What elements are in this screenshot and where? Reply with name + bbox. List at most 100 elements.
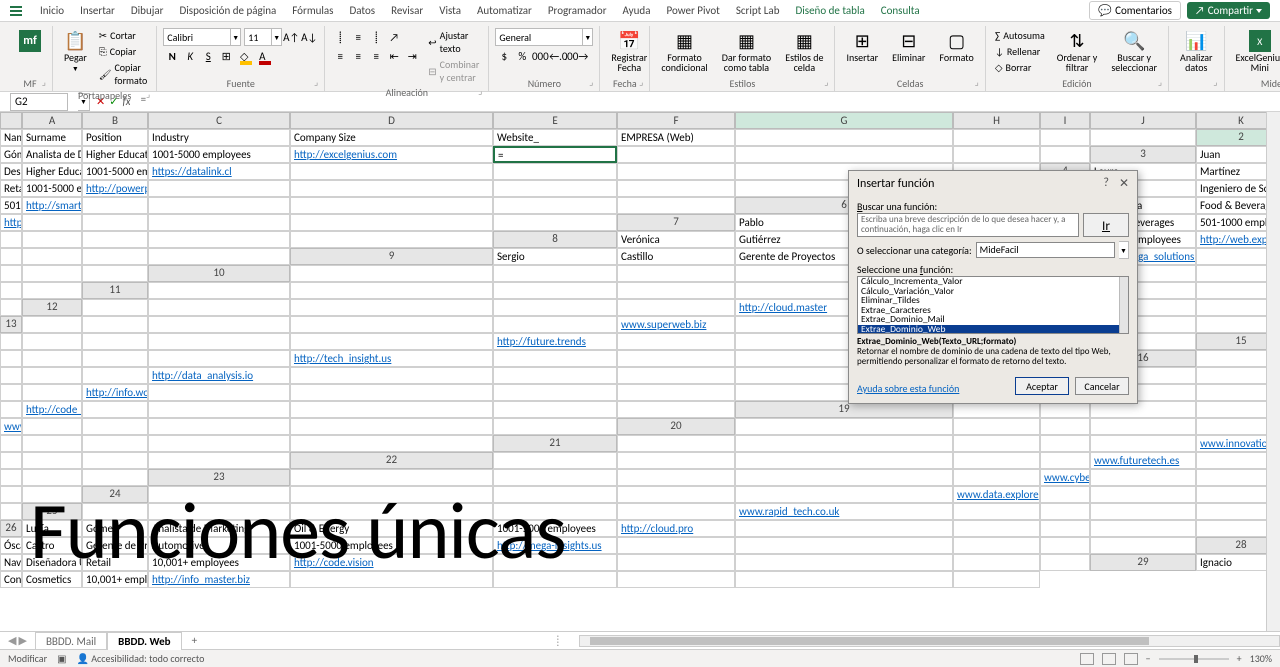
copy-button[interactable]: ⎘Copiar: [96, 44, 151, 59]
row-header-23[interactable]: 23: [148, 469, 290, 486]
table-header-c[interactable]: Position▼: [82, 129, 148, 146]
cell-c10[interactable]: [617, 265, 735, 282]
col-header-F[interactable]: F: [617, 112, 735, 129]
cell-b10[interactable]: [493, 265, 617, 282]
website-link[interactable]: http://code.vision: [294, 556, 374, 569]
row-header-8[interactable]: 8: [493, 231, 617, 248]
cell-d20[interactable]: [1090, 418, 1196, 435]
analyze-data-button[interactable]: 📊Analizar datos: [1175, 28, 1217, 75]
cell-b20[interactable]: [953, 418, 1040, 435]
website-link[interactable]: http://excelgenius.com: [294, 148, 397, 161]
website-link[interactable]: http://code_genius.biz: [26, 403, 82, 416]
cell-e27[interactable]: 1001-5000 employees: [290, 537, 493, 554]
mf-addin-button[interactable]: mf: [14, 28, 46, 54]
cell-d16[interactable]: [22, 367, 82, 384]
table-header-f[interactable]: Website_▼: [493, 129, 617, 146]
cell-f13[interactable]: www.superweb.biz: [617, 316, 735, 333]
cell-e18[interactable]: [0, 401, 22, 418]
cell-b13[interactable]: [82, 316, 148, 333]
border-button[interactable]: ⊞: [217, 47, 235, 65]
aceptar-button[interactable]: Aceptar: [1015, 377, 1069, 395]
chevron-down-icon[interactable]: ▼: [231, 28, 241, 46]
cell-c14[interactable]: [82, 333, 148, 350]
sort-filter-button[interactable]: ⇅Ordenar y filtrar: [1052, 28, 1103, 75]
cell-b12[interactable]: [148, 299, 290, 316]
tab-powerpivot[interactable]: Power Pivot: [658, 1, 727, 20]
currency-button[interactable]: $: [495, 47, 513, 65]
cell-b9[interactable]: Castillo: [617, 248, 735, 265]
underline-button[interactable]: S: [199, 47, 217, 65]
cell-c16[interactable]: [0, 367, 22, 384]
font-size-select[interactable]: 11: [244, 28, 272, 46]
sheet-nav-prev[interactable]: ◀: [8, 634, 16, 647]
cell-d22[interactable]: [953, 452, 1040, 469]
cell-c29[interactable]: Consultor Financiero: [0, 571, 22, 588]
align-top-button[interactable]: ⸽: [331, 28, 349, 46]
cell-e17[interactable]: [22, 384, 82, 401]
cell-g4[interactable]: [148, 180, 290, 197]
search-function-input[interactable]: Escriba una breve descripción de lo que …: [857, 213, 1079, 237]
decrease-decimal-button[interactable]: .00→: [567, 47, 585, 65]
zoom-level[interactable]: 130%: [1250, 652, 1272, 665]
tab-dibujar[interactable]: Dibujar: [123, 1, 172, 20]
cell-c12[interactable]: [290, 299, 493, 316]
cell-b11[interactable]: [290, 282, 493, 299]
registrar-fecha-button[interactable]: 📅Registrar Fecha: [606, 28, 652, 75]
row-header-24[interactable]: 24: [82, 486, 148, 503]
cell-e3[interactable]: 1001-5000 employees: [82, 163, 148, 180]
row-header-11[interactable]: 11: [82, 282, 148, 299]
find-select-button[interactable]: 🔍Buscar y seleccionar: [1106, 28, 1162, 75]
cell-f29[interactable]: http://info_master.biz: [148, 571, 290, 588]
tab-ayuda[interactable]: Ayuda: [615, 1, 659, 20]
cell-e26[interactable]: 1001-5000 employees: [493, 520, 617, 537]
cell-f24[interactable]: www.data.explore: [953, 486, 1040, 503]
zoom-out-button[interactable]: −: [1146, 652, 1151, 665]
table-header-e[interactable]: Company Size▼: [290, 129, 493, 146]
cell-e5[interactable]: 501-1000 employees: [0, 197, 22, 214]
cell-f5[interactable]: http://smart.code: [22, 197, 82, 214]
cell-e13[interactable]: [493, 316, 617, 333]
cell-e25[interactable]: [617, 503, 735, 520]
cell-c3[interactable]: Desarrollador: [0, 163, 22, 180]
view-layout-button[interactable]: [1102, 653, 1116, 665]
cell-g18[interactable]: [82, 401, 148, 418]
cell-d17[interactable]: [0, 384, 22, 401]
cell-g3[interactable]: [290, 163, 493, 180]
website-link[interactable]: www.futuretech.es: [1094, 454, 1179, 467]
website-link[interactable]: http://powerpro.net: [86, 182, 148, 195]
cell-c28[interactable]: Diseñadora UX: [22, 554, 82, 571]
cell-b21[interactable]: [735, 435, 953, 452]
col-header-E[interactable]: E: [493, 112, 617, 129]
cell-f22[interactable]: www.futuretech.es: [1090, 452, 1196, 469]
cell-f17[interactable]: http://info.worldwide: [82, 384, 148, 401]
cell-f14[interactable]: http://future.trends: [493, 333, 617, 350]
cell-g26[interactable]: [735, 520, 953, 537]
website-link[interactable]: http://tech_insight.us: [294, 352, 391, 365]
table-header-g[interactable]: EMPRESA (Web)▼: [617, 129, 735, 146]
excelgenius-mini-button[interactable]: XExcelGenius Mini: [1231, 28, 1280, 75]
cancelar-button[interactable]: Cancelar: [1075, 377, 1129, 395]
align-center-button[interactable]: ≡: [349, 47, 367, 65]
dialog-close-button[interactable]: ✕: [1119, 176, 1129, 191]
view-normal-button[interactable]: [1080, 653, 1094, 665]
cell-a10[interactable]: [290, 265, 493, 282]
conditional-format-button[interactable]: ▦Formato condicional: [656, 28, 712, 75]
indent-inc-button[interactable]: ⇥: [403, 47, 421, 65]
cell-a21[interactable]: [617, 435, 735, 452]
number-format-select[interactable]: General: [495, 28, 583, 46]
row-header-25[interactable]: 25: [22, 503, 82, 520]
table-header-d[interactable]: Industry▼: [148, 129, 290, 146]
cell-b22[interactable]: [617, 452, 735, 469]
tab-consulta[interactable]: Consulta: [873, 1, 928, 20]
cell-c13[interactable]: [148, 316, 290, 333]
cell-b24[interactable]: [290, 486, 493, 503]
cell-c27[interactable]: Gerente de Proyectos: [82, 537, 148, 554]
cell-c22[interactable]: [735, 452, 953, 469]
cell-a9[interactable]: Sergio: [493, 248, 617, 265]
cell-d26[interactable]: Oil & Energy: [290, 520, 493, 537]
row-header-29[interactable]: 29: [1090, 554, 1196, 571]
tab-disposicion[interactable]: Disposición de página: [171, 1, 284, 20]
percent-button[interactable]: %: [513, 47, 531, 65]
help-function-link[interactable]: Ayuda sobre esta función: [857, 382, 959, 395]
website-link[interactable]: www.superweb.biz: [621, 318, 706, 331]
